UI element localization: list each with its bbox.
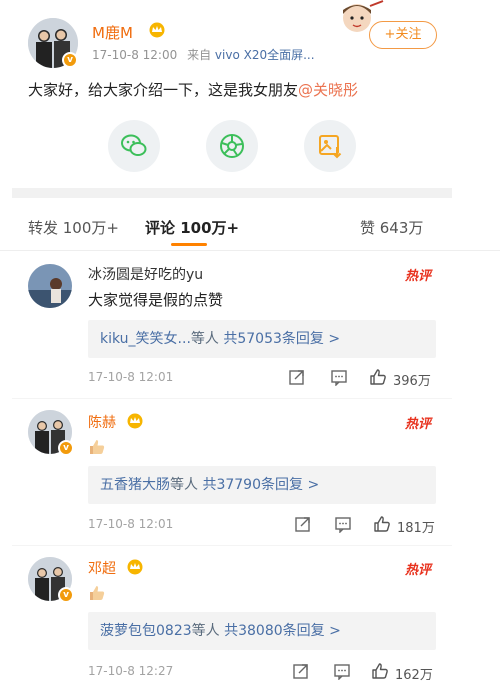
svg-text:热评: 热评: [405, 416, 433, 432]
tab-repost[interactable]: 转发 100万+: [28, 217, 119, 238]
verified-badge-icon: v: [58, 440, 74, 456]
commenter-name[interactable]: 冰汤圆是好吃的yu: [88, 264, 203, 284]
post-source: 来自 vivo X20全面屏...: [187, 48, 315, 62]
svg-text:热评: 热评: [405, 562, 433, 578]
thumbs-up-emoji-icon: [90, 440, 105, 454]
post-content: 大家好，给大家介绍一下，这是我女朋友@关晓彤: [28, 81, 359, 99]
mention-link[interactable]: @关晓彤: [298, 81, 358, 99]
hot-comment-badge-icon: 热评: [405, 268, 433, 284]
like-icon[interactable]: [373, 515, 391, 533]
commenter-name[interactable]: 陈赫: [88, 412, 116, 432]
comment-icon[interactable]: [333, 662, 351, 680]
comment-time: 17-10-8 12:01: [88, 370, 174, 384]
picture-download-icon: [319, 135, 342, 159]
post-author-name[interactable]: M鹿M: [92, 22, 133, 43]
hot-comment-badge-icon: 热评: [405, 562, 433, 578]
like-count: 181万: [397, 521, 435, 536]
like-count: 396万: [393, 374, 431, 389]
like-icon[interactable]: [371, 662, 389, 680]
save-image-button[interactable]: [304, 120, 356, 172]
tab-comments[interactable]: 评论 100万+: [145, 217, 239, 238]
share-icon[interactable]: [292, 662, 310, 680]
crown-icon: [149, 22, 165, 38]
comment-text: 大家觉得是假的点赞: [88, 291, 224, 309]
reply-summary[interactable]: kiku_笑笑女...等人 共57053条回复 >: [88, 320, 436, 358]
verified-badge-icon: v: [62, 52, 78, 68]
follow-button[interactable]: +关注: [369, 21, 437, 49]
row-divider: [12, 398, 452, 399]
like-count: 162万: [395, 668, 433, 683]
svg-text:热评: 热评: [405, 268, 433, 284]
moments-icon: [220, 134, 244, 158]
weibo-post: v M鹿M 17-10-8 12:00 来自 vivo X20全面屏... +关…: [0, 0, 500, 190]
like-icon[interactable]: [369, 368, 387, 386]
crown-icon: [127, 413, 143, 429]
thumbs-up-emoji-icon: [90, 586, 105, 600]
share-icon[interactable]: [294, 515, 312, 533]
row-divider: [12, 545, 452, 546]
post-tabs: 转发 100万+ 评论 100万+ 赞 643万: [0, 205, 500, 251]
hot-comment-badge-icon: 热评: [405, 416, 433, 432]
post-meta: 17-10-8 12:00 来自 vivo X20全面屏...: [92, 46, 315, 63]
crown-icon: [127, 559, 143, 575]
commenter-name[interactable]: 邓超: [88, 558, 116, 578]
commenter-avatar[interactable]: [28, 264, 72, 308]
reply-summary[interactable]: 菠萝包包0823等人 共38080条回复 >: [88, 612, 436, 650]
reply-summary[interactable]: 五香猪大肠等人 共37790条回复 >: [88, 466, 436, 504]
comment-icon[interactable]: [334, 515, 352, 533]
comment-icon[interactable]: [330, 368, 348, 386]
comment-time: 17-10-8 12:01: [88, 517, 174, 531]
post-time: 17-10-8 12:00: [92, 48, 178, 62]
tab-likes[interactable]: 赞 643万: [360, 217, 423, 238]
active-tab-indicator: [171, 243, 207, 246]
wechat-share-button[interactable]: [108, 120, 160, 172]
section-divider: [12, 188, 452, 198]
verified-badge-icon: v: [58, 587, 74, 603]
moments-share-button[interactable]: [206, 120, 258, 172]
wechat-icon: [121, 134, 147, 156]
comment-time: 17-10-8 12:27: [88, 664, 174, 678]
share-icon[interactable]: [288, 368, 306, 386]
